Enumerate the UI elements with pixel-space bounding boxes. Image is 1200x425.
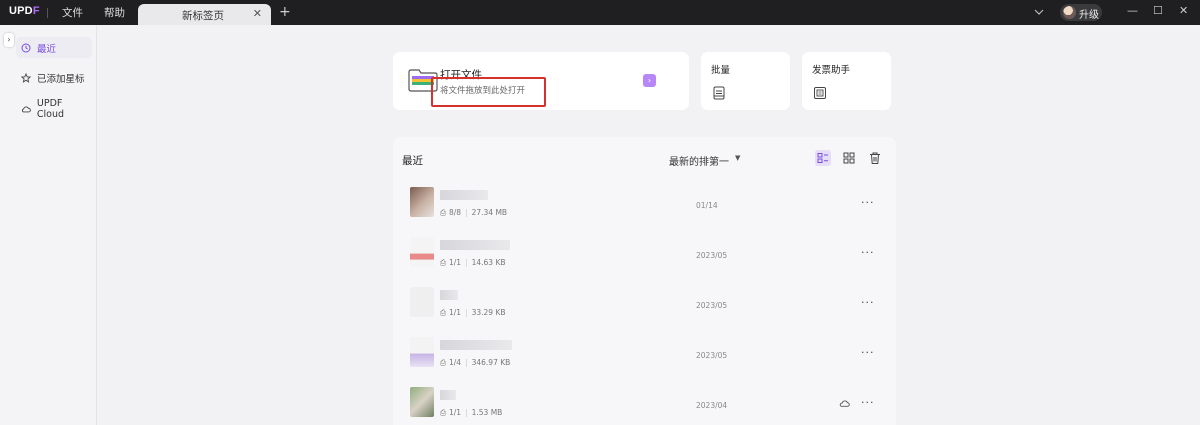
main-area: 打开文件 将文件拖放到此处打开 › 批量 发票助手 最近 最新的排第一 ▼ ⎙ 8… — [98, 25, 1200, 425]
page-count: 1/1 — [449, 408, 462, 417]
table-row[interactable]: ⎙ 1/1 | 14.63 KB 2023/05 ··· — [393, 230, 896, 280]
table-row[interactable]: ⎙ 1/1 | 33.29 KB 2023/05 ··· — [393, 280, 896, 330]
tab-label: 新标签页 — [182, 10, 224, 22]
more-options-icon[interactable]: ··· — [861, 346, 875, 359]
table-row[interactable]: ⎙ 1/4 | 346.97 KB 2023/05 ··· — [393, 330, 896, 380]
sidebar-collapse-button[interactable]: › — [4, 33, 14, 47]
file-size: 1.53 MB — [471, 408, 503, 417]
updf-logo: UPDF — [9, 5, 40, 17]
grid-view-icon[interactable] — [841, 150, 857, 166]
page-count: 8/8 — [449, 208, 462, 217]
highlight-box — [431, 77, 546, 107]
file-name-blurred — [440, 190, 488, 200]
more-options-icon[interactable]: ··· — [861, 296, 875, 309]
menu-help[interactable]: 帮助 — [104, 5, 125, 20]
page-count: 1/4 — [449, 358, 462, 367]
trash-icon[interactable] — [867, 150, 883, 166]
file-thumbnail — [410, 237, 434, 267]
page-count: 1/1 — [449, 308, 462, 317]
chevron-down-icon[interactable] — [1033, 5, 1045, 19]
file-size: 27.34 MB — [471, 208, 508, 217]
file-thumbnail — [410, 387, 434, 417]
title-divider — [47, 8, 48, 18]
file-size: 33.29 KB — [471, 308, 506, 317]
file-date: 01/14 — [696, 201, 718, 210]
cloud-icon — [21, 105, 31, 112]
file-name-blurred — [440, 390, 456, 400]
cloud-synced-icon — [839, 400, 850, 407]
file-meta: ⎙ 1/4 | 346.97 KB — [440, 358, 511, 367]
table-row[interactable]: ⎙ 8/8 | 27.34 MB 01/14 ··· — [393, 180, 896, 230]
star-icon — [21, 72, 31, 83]
page-count: 1/1 — [449, 258, 462, 267]
file-thumbnail — [410, 337, 434, 367]
sidebar-item-starred[interactable]: 已添加星标 — [16, 67, 92, 88]
more-options-icon[interactable]: ··· — [861, 246, 875, 259]
clock-icon — [21, 43, 31, 52]
arrow-right-icon[interactable]: › — [643, 74, 656, 87]
minimize-button[interactable]: — — [1127, 4, 1138, 17]
file-date: 2023/04 — [696, 401, 728, 410]
avatar — [1063, 6, 1076, 19]
sidebar-item-cloud[interactable]: UPDF Cloud — [16, 97, 92, 120]
batch-title: 批量 — [711, 65, 731, 76]
menu-file[interactable]: 文件 — [62, 5, 83, 20]
sidebar-item-label: 已添加星标 — [37, 73, 85, 85]
invoice-assistant-title: 发票助手 — [812, 65, 851, 76]
recent-title: 最近 — [402, 155, 423, 167]
file-name-blurred — [440, 240, 510, 250]
table-row[interactable]: ⎙ 1/1 | 1.53 MB 2023/04 ··· — [393, 380, 896, 425]
caret-down-icon[interactable]: ▼ — [735, 154, 740, 162]
tab-close-icon[interactable]: ✕ — [253, 7, 262, 20]
file-size: 14.63 KB — [471, 258, 506, 267]
close-window-button[interactable]: ✕ — [1179, 4, 1188, 17]
sidebar-item-label: UPDF Cloud — [36, 97, 65, 120]
more-options-icon[interactable]: ··· — [861, 396, 875, 409]
tab-new[interactable]: 新标签页 ✕ — [138, 4, 271, 25]
sidebar: › 最近 已添加星标 UPDF Cloud — [0, 25, 97, 425]
invoice-assistant-card[interactable]: 发票助手 — [802, 52, 891, 110]
upgrade-label: 升级 — [1079, 10, 1099, 21]
file-date: 2023/05 — [696, 351, 728, 360]
file-date: 2023/05 — [696, 251, 728, 260]
batch-card[interactable]: 批量 — [701, 52, 790, 110]
file-name-blurred — [440, 290, 458, 300]
file-meta: ⎙ 8/8 | 27.34 MB — [440, 208, 508, 217]
file-thumbnail — [410, 187, 434, 217]
file-meta: ⎙ 1/1 | 14.63 KB — [440, 258, 506, 267]
file-meta: ⎙ 1/1 | 33.29 KB — [440, 308, 506, 317]
maximize-button[interactable]: ☐ — [1153, 4, 1163, 17]
sidebar-item-recent[interactable]: 最近 — [16, 37, 92, 58]
more-options-icon[interactable]: ··· — [861, 196, 875, 209]
file-date: 2023/05 — [696, 301, 728, 310]
add-tab-button[interactable]: + — [279, 4, 291, 20]
sort-dropdown[interactable]: 最新的排第一 — [669, 153, 729, 168]
file-name-blurred — [440, 340, 512, 350]
batch-document-icon — [713, 86, 725, 100]
recent-files-panel: 最近 最新的排第一 ▼ ⎙ 8/8 | 27.34 MB 01/14 ··· ⎙ 1/1… — [393, 137, 896, 425]
upgrade-button[interactable]: 升级 — [1060, 4, 1102, 21]
list-view-icon[interactable] — [815, 150, 831, 166]
title-bar: UPDF 文件 帮助 新标签页 ✕ + 升级 — ☐ ✕ — [0, 0, 1200, 25]
file-thumbnail — [410, 287, 434, 317]
sidebar-item-label: 最近 — [37, 43, 57, 55]
file-size: 346.97 KB — [471, 358, 511, 367]
invoice-icon — [814, 87, 826, 99]
file-meta: ⎙ 1/1 | 1.53 MB — [440, 408, 503, 417]
